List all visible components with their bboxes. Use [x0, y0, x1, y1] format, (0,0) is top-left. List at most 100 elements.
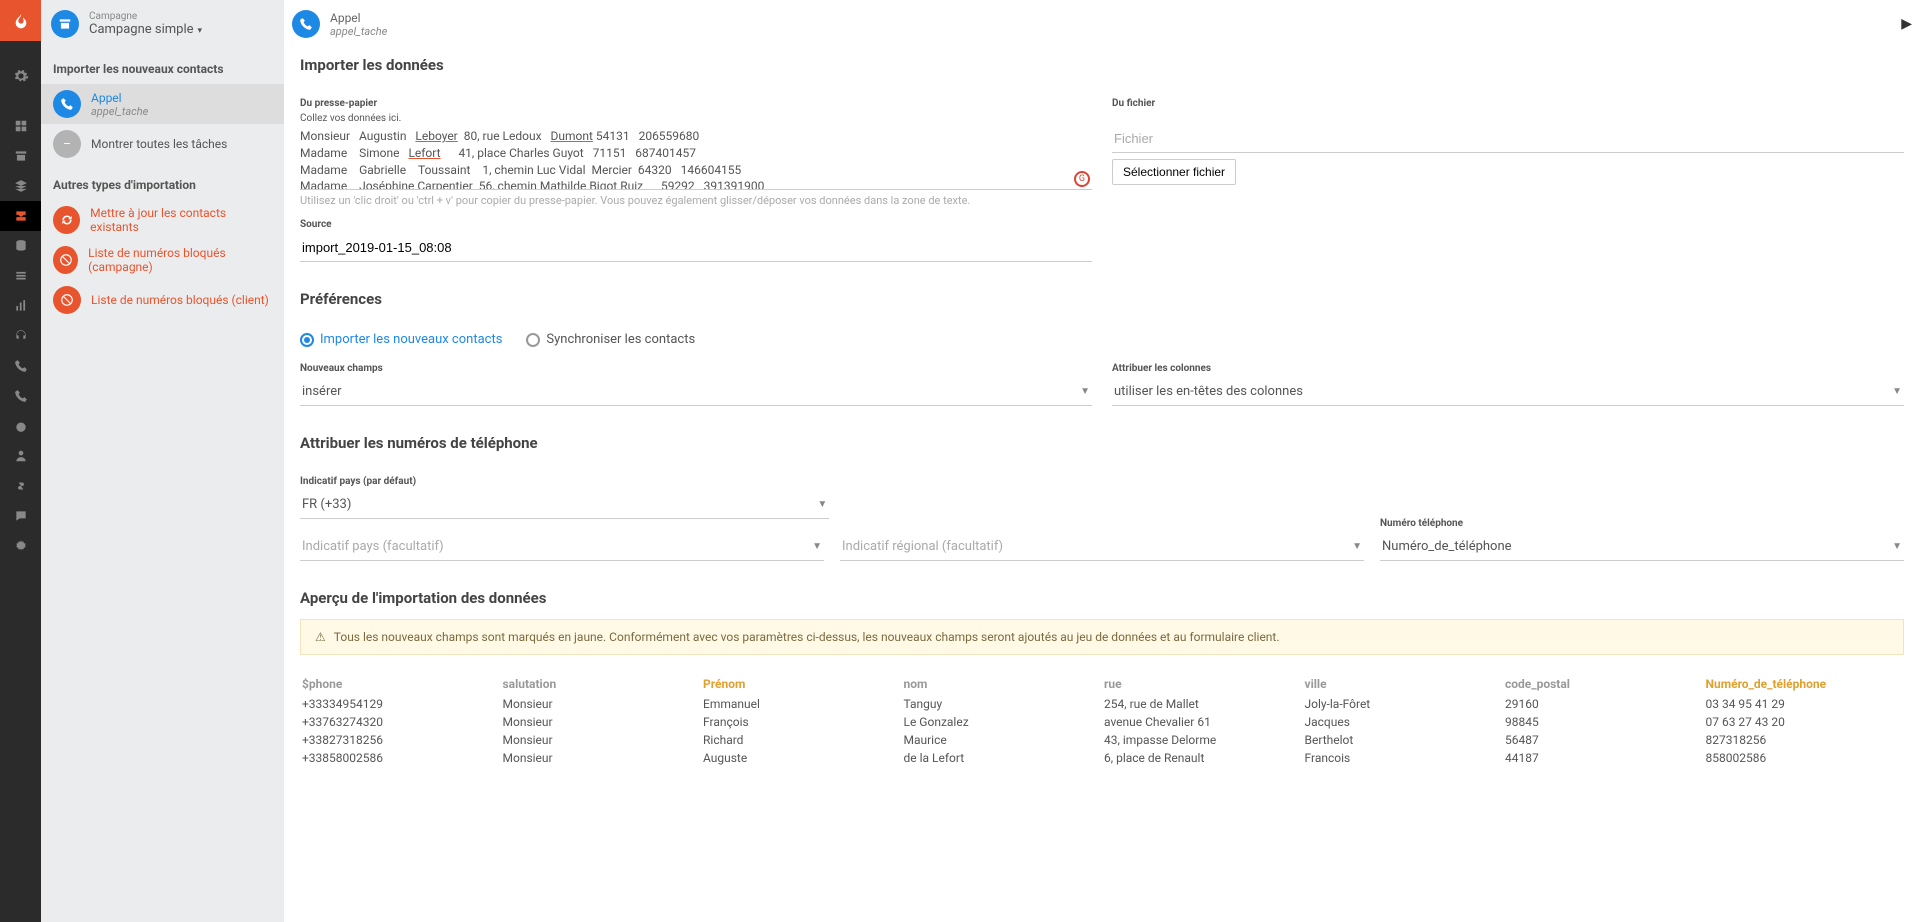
- table-row: +33858002586MonsieurAugustede la Lefort6…: [300, 749, 1904, 767]
- sidebar-item-update[interactable]: Mettre à jour les contacts existants: [41, 200, 284, 240]
- list-icon: [14, 269, 28, 283]
- number-label: Numéro téléphone: [1380, 518, 1904, 529]
- table-cell: 03 34 95 41 29: [1704, 695, 1905, 713]
- table-cell: 07 63 27 43 20: [1704, 713, 1905, 731]
- app-logo: [0, 0, 41, 41]
- campaign-dropdown[interactable]: Campagne simple: [89, 22, 202, 37]
- sidebar-header[interactable]: Campagne Campagne simple: [41, 0, 284, 48]
- radio-import-new[interactable]: Importer les nouveaux contacts: [300, 332, 502, 347]
- table-cell: Tanguy: [902, 695, 1103, 713]
- radio-dot-on-icon: [300, 333, 314, 347]
- clipboard-title: Du presse-papier: [300, 98, 1092, 109]
- chevron-down-icon: ▼: [1892, 541, 1902, 552]
- clipboard-help: Collez vos données ici.: [300, 113, 1092, 124]
- layers-icon: [14, 179, 28, 193]
- database-icon: [14, 239, 28, 253]
- table-cell: Jacques: [1303, 713, 1504, 731]
- table-row: +33763274320MonsieurFrançoisLe Gonzaleza…: [300, 713, 1904, 731]
- region-select[interactable]: Indicatif régional (facultatif)▼: [840, 533, 1364, 561]
- country-label: Indicatif pays (par défaut): [300, 476, 829, 487]
- icon-phone[interactable]: [0, 351, 41, 381]
- table-cell: Monsieur: [501, 713, 702, 731]
- table-cell: +33763274320: [300, 713, 501, 731]
- block-icon: [53, 286, 81, 314]
- table-cell: Richard: [701, 731, 902, 749]
- table-header-cell: Prénom: [701, 673, 902, 695]
- table-header-cell: Numéro_de_téléphone: [1704, 673, 1905, 695]
- icon-settings[interactable]: [0, 531, 41, 561]
- table-cell: avenue Chevalier 61: [1102, 713, 1303, 731]
- select-file-button[interactable]: Sélectionner fichier: [1112, 159, 1236, 185]
- newfields-label: Nouveaux champs: [300, 363, 1092, 374]
- page-title: Appel: [330, 11, 387, 25]
- headset-icon: [14, 329, 28, 343]
- table-header-cell: ville: [1303, 673, 1504, 695]
- icon-import[interactable]: [0, 201, 41, 231]
- main: Appel appel_tache ▶ Importer les données…: [284, 0, 1920, 797]
- table-cell: Auguste: [701, 749, 902, 767]
- table-cell: 858002586: [1704, 749, 1905, 767]
- archive-icon: [14, 149, 28, 163]
- grammarly-icon: G: [1074, 171, 1090, 187]
- icon-money[interactable]: [0, 471, 41, 501]
- chevron-down-icon: ▼: [812, 541, 822, 552]
- source-label: Source: [300, 219, 1092, 230]
- country-opt-select[interactable]: Indicatif pays (facultatif)▼: [300, 533, 824, 561]
- icon-chat[interactable]: [0, 501, 41, 531]
- item-block1-label: Liste de numéros bloqués (campagne): [88, 246, 272, 274]
- table-cell: 827318256: [1704, 731, 1905, 749]
- icon-list[interactable]: [0, 261, 41, 291]
- stopwatch-icon: [14, 419, 28, 433]
- icon-headset[interactable]: [0, 321, 41, 351]
- section-preview: Aperçu de l'importation des données: [300, 589, 1904, 607]
- icon-stats[interactable]: [0, 291, 41, 321]
- flame-icon: [13, 13, 29, 29]
- country-code-select[interactable]: FR (+33)▼: [300, 491, 829, 519]
- sidebar-item-alltasks[interactable]: – Montrer toutes les tâches: [41, 124, 284, 164]
- icon-apps[interactable]: [0, 111, 41, 141]
- chat-icon: [14, 509, 28, 523]
- icon-phone-missed[interactable]: [0, 381, 41, 411]
- table-header-cell: salutation: [501, 673, 702, 695]
- section-other: Autres types d'importation: [41, 164, 284, 200]
- table-cell: 98845: [1503, 713, 1704, 731]
- section-assign-phone: Attribuer les numéros de téléphone: [300, 434, 1904, 452]
- newfields-select[interactable]: insérer▼: [300, 378, 1092, 406]
- chevron-down-icon: ▼: [1352, 541, 1362, 552]
- sidebar-item-block-client[interactable]: Liste de numéros bloqués (client): [41, 280, 284, 320]
- table-cell: Berthelot: [1303, 731, 1504, 749]
- table-header-cell: rue: [1102, 673, 1303, 695]
- table-cell: Francois: [1303, 749, 1504, 767]
- item-block2-label: Liste de numéros bloqués (client): [91, 293, 269, 307]
- table-cell: 29160: [1503, 695, 1704, 713]
- attrib-label: Attribuer les colonnes: [1112, 363, 1904, 374]
- section-import-data: Importer les données: [300, 56, 1904, 74]
- source-input[interactable]: [300, 234, 1092, 262]
- gear-icon: [13, 68, 29, 84]
- file-input[interactable]: [1112, 125, 1904, 153]
- page-subtitle: appel_tache: [330, 25, 387, 38]
- phone-icon: [14, 359, 28, 373]
- update-icon: [53, 206, 80, 234]
- table-header-cell: $phone: [300, 673, 501, 695]
- icon-user[interactable]: [0, 441, 41, 471]
- table-cell: Monsieur: [501, 749, 702, 767]
- warning-icon: ⚠: [315, 630, 326, 644]
- run-button[interactable]: ▶: [1901, 16, 1912, 32]
- icon-gear[interactable]: [0, 61, 41, 91]
- radio-sync[interactable]: Synchroniser les contacts: [526, 332, 695, 347]
- sidebar-item-block-campaign[interactable]: Liste de numéros bloqués (campagne): [41, 240, 284, 280]
- icon-layers[interactable]: [0, 171, 41, 201]
- sidebar-item-appel[interactable]: Appel appel_tache: [41, 84, 284, 124]
- person-icon: [14, 449, 28, 463]
- clipboard-textarea[interactable]: Monsieur Augustin Leboyer 80, rue Ledoux…: [300, 126, 1092, 190]
- icon-db[interactable]: [0, 231, 41, 261]
- table-cell: François: [701, 713, 902, 731]
- icon-timer[interactable]: [0, 411, 41, 441]
- phone-icon: [53, 90, 81, 118]
- table-header-cell: code_postal: [1503, 673, 1704, 695]
- number-select[interactable]: Numéro_de_téléphone▼: [1380, 533, 1904, 561]
- minus-icon: –: [53, 130, 81, 158]
- attrib-select[interactable]: utiliser les en-têtes des colonnes▼: [1112, 378, 1904, 406]
- icon-archive[interactable]: [0, 141, 41, 171]
